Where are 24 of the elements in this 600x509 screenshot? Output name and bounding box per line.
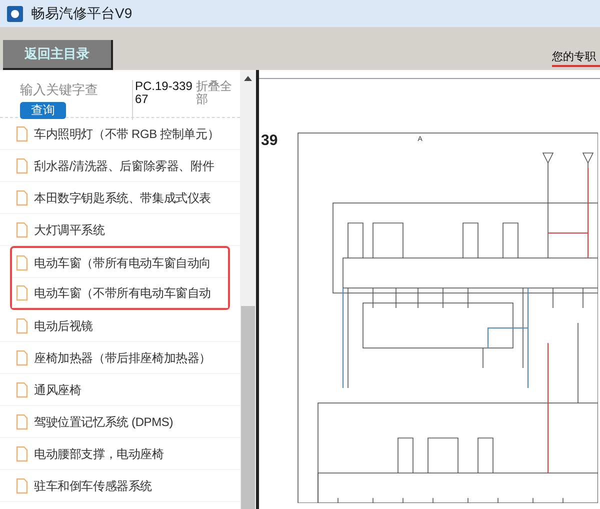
document-icon (16, 222, 28, 238)
document-list-item[interactable]: 电动车窗（带所有电动车窗自动向 (12, 248, 228, 278)
keyword-search-field[interactable]: 输入关键字查 (20, 80, 130, 100)
document-icon (16, 382, 28, 398)
window-title: 畅易汽修平台V9 (31, 4, 132, 23)
document-icon (16, 126, 28, 142)
document-icon (16, 446, 28, 462)
search-button[interactable]: 查询 (20, 102, 66, 118)
document-icon (16, 414, 28, 430)
page-number: 39 (260, 131, 278, 151)
collapse-all-link[interactable]: 折叠全部 (196, 80, 234, 106)
document-icon (16, 284, 28, 300)
document-icon (16, 158, 28, 174)
document-icon (16, 318, 28, 334)
document-icon (16, 190, 28, 206)
document-icon (16, 350, 28, 366)
document-icon (16, 478, 28, 494)
document-list-item[interactable]: 电动车窗（不带所有电动车窗自动 (12, 278, 228, 308)
app-logo-icon (7, 6, 23, 22)
document-icon (16, 254, 28, 270)
scrollbar-thumb[interactable] (241, 306, 255, 509)
scroll-up-icon (244, 76, 252, 80)
notice-text: 您的专职 (552, 48, 600, 67)
document-code: PC.19-33967 (135, 80, 194, 106)
